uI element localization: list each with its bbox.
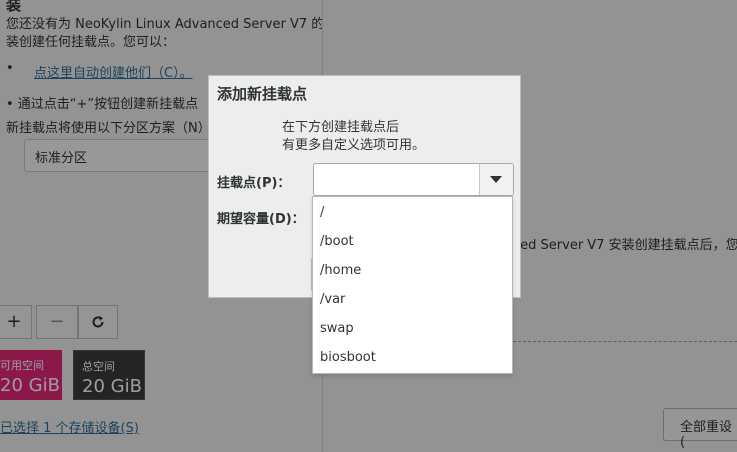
option-root[interactable]: / xyxy=(313,198,512,227)
bullet: • xyxy=(6,61,14,76)
refresh-button[interactable] xyxy=(78,305,118,339)
total-space-value: 20 GiB xyxy=(82,376,142,397)
plus-icon: + xyxy=(6,311,22,332)
dialog-title: 添加新挂载点 xyxy=(217,85,308,103)
available-space-value: 20 GiB xyxy=(0,375,60,396)
option-boot[interactable]: /boot xyxy=(313,227,512,256)
mount-point-input[interactable] xyxy=(314,164,480,195)
remove-mount-point-button[interactable]: − xyxy=(36,305,78,339)
chevron-down-icon xyxy=(490,176,502,183)
option-var[interactable]: /var xyxy=(313,285,512,314)
manual-create-text: • 通过点击“+”按钮创建新挂载点 xyxy=(6,97,199,112)
mount-point-dropdown-button[interactable] xyxy=(479,164,513,195)
intro-text-line2: 装创建任何挂载点。您可以： xyxy=(6,35,176,50)
mount-point-combo[interactable] xyxy=(313,163,514,196)
reset-all-button[interactable]: 全部重设( xyxy=(663,408,737,450)
storage-devices-link[interactable]: 已选择 1 个存储设备(S) xyxy=(0,417,139,436)
details-hint-line1: ced Server V7 安装创建挂载点后，您 xyxy=(513,238,737,253)
partition-scheme-combo[interactable]: 标准分区 xyxy=(24,139,210,172)
divider xyxy=(513,341,737,342)
mount-point-options-list: / /boot /home /var swap biosboot xyxy=(312,196,513,374)
available-space-label: 可用空间 xyxy=(0,359,44,372)
total-space-box: 总空间 20 GiB xyxy=(73,350,145,400)
scheme-label: 新挂载点将使用以下分区方案（N） xyxy=(6,121,211,136)
minus-icon: − xyxy=(49,311,65,332)
option-swap[interactable]: swap xyxy=(313,314,512,343)
auto-create-link[interactable]: 点这里自动创建他们（C）。 xyxy=(34,62,193,81)
available-space-box: 可用空间 20 GiB xyxy=(0,350,62,400)
intro-text-line1: 您还没有为 NeoKylin Linux Advanced Server V7 … xyxy=(6,17,338,32)
total-space-label: 总空间 xyxy=(82,360,115,373)
dialog-description-line2: 有更多自定义选项可用。 xyxy=(282,138,426,153)
mount-point-label: 挂载点(P)： xyxy=(217,176,291,191)
option-home[interactable]: /home xyxy=(313,256,512,285)
add-mount-point-button[interactable]: + xyxy=(0,305,32,339)
dialog-description-line1: 在下方创建挂载点后 xyxy=(282,120,400,135)
option-biosboot[interactable]: biosboot xyxy=(313,343,512,372)
refresh-icon xyxy=(92,316,104,328)
partition-scheme-value: 标准分区 xyxy=(35,151,88,166)
desired-capacity-label: 期望容量(D)： xyxy=(217,212,305,227)
